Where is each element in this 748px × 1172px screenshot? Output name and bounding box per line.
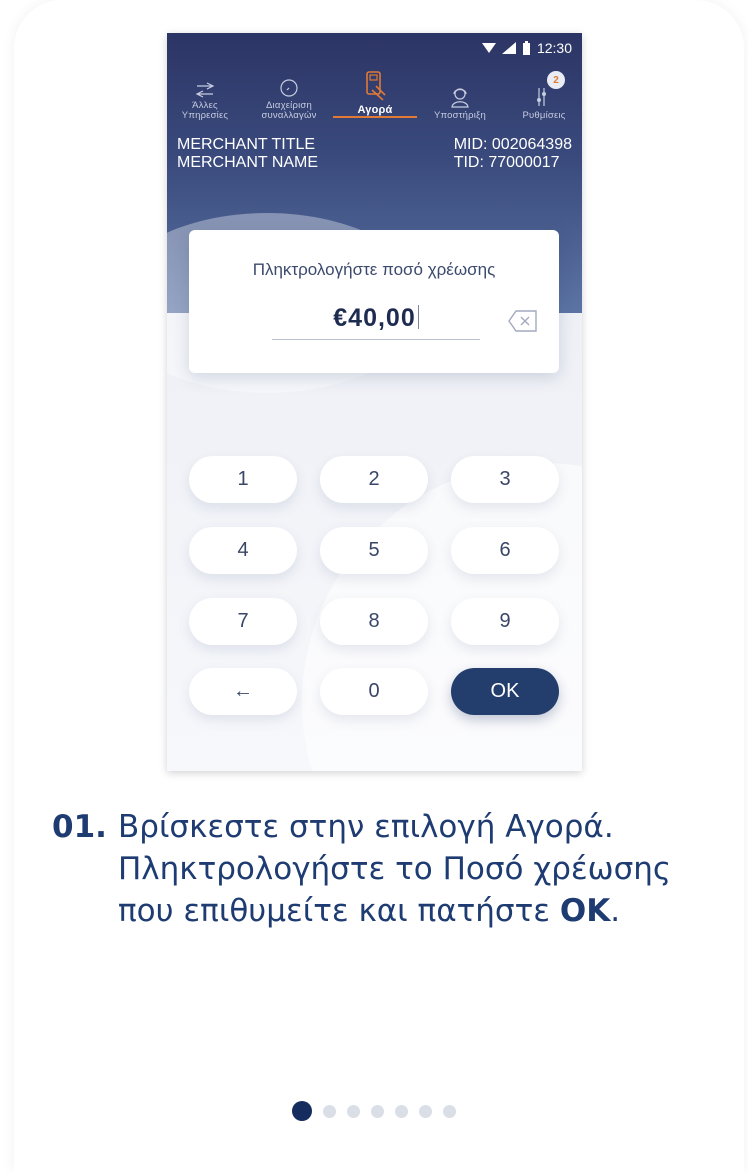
caption-text: .: [610, 893, 621, 929]
tab-other-services[interactable]: Άλλες Υπηρεσίες: [167, 67, 243, 121]
status-bar: 12:30: [481, 39, 572, 57]
key-0[interactable]: 0: [320, 668, 428, 715]
tab-label: Αγορά: [357, 104, 393, 116]
key-3[interactable]: 3: [451, 456, 559, 503]
amount-card: Πληκτρολογήστε ποσό χρέωσης €40,00: [189, 230, 559, 373]
amount-input[interactable]: €40,00: [272, 304, 480, 333]
merchant-title: MERCHANT TITLE: [177, 136, 316, 153]
amount-value: €40,00: [333, 304, 416, 332]
pagination-dot[interactable]: [347, 1104, 360, 1118]
terminal-id: TID: 77000017: [453, 154, 560, 171]
pagination-dot[interactable]: [292, 1101, 312, 1121]
key-5[interactable]: 5: [320, 527, 428, 574]
merchant-info: MERCHANT TITLE MERCHANT NAME: [177, 136, 318, 172]
key-backspace[interactable]: ←: [189, 668, 297, 715]
pagination-dot[interactable]: [371, 1104, 384, 1118]
key-2[interactable]: 2: [320, 456, 428, 503]
wifi-icon: [481, 43, 496, 53]
signal-icon: [501, 42, 516, 54]
step-number: 01.: [52, 809, 107, 845]
tab-label: Ρυθμίσεις: [522, 110, 566, 121]
terminal-info: MID: 002064398 TID: 77000017: [454, 136, 572, 172]
key-4[interactable]: 4: [189, 527, 297, 574]
tab-label: Διαχείριση συναλλαγών: [261, 100, 317, 121]
tab-support[interactable]: Υποστήριξη: [423, 67, 497, 121]
battery-icon: [522, 41, 530, 55]
tab-label: Υποστήριξη: [434, 110, 486, 121]
phone-screenshot: 12:30 Άλλες Υπηρεσίες Διαχείριση συναλλα…: [167, 33, 582, 771]
caption-line: Βρίσκεστε στην επιλογή Αγορά.: [118, 809, 614, 845]
backspace-clear-icon[interactable]: [507, 308, 539, 334]
amount-underline: [272, 339, 480, 340]
pagination-dot[interactable]: [443, 1104, 456, 1118]
pagination-dot[interactable]: [419, 1104, 432, 1118]
pagination-dot[interactable]: [323, 1104, 336, 1118]
caption-line: Πληκτρολογήστε το Ποσό χρέωσης: [118, 851, 672, 887]
top-tabs: Άλλες Υπηρεσίες Διαχείριση συναλλαγών Αγ…: [167, 67, 582, 121]
card-pos-icon: [366, 71, 386, 101]
tab-settings[interactable]: Ρυθμίσεις: [507, 67, 581, 121]
caption-text: που επιθυμείτε και πατήστε: [118, 893, 560, 929]
tab-label: Άλλες Υπηρεσίες: [181, 100, 229, 121]
clock-icon: [280, 79, 298, 97]
step-description: Βρίσκεστε στην επιλογή Αγορά. Πληκτρολογ…: [118, 806, 728, 932]
key-1[interactable]: 1: [189, 456, 297, 503]
active-tab-indicator: [333, 116, 417, 118]
ok-button[interactable]: OK: [451, 668, 559, 715]
pagination-dot[interactable]: [395, 1104, 408, 1118]
arrows-exchange-icon: [195, 82, 215, 98]
tab-transaction-management[interactable]: Διαχείριση συναλλαγών: [249, 67, 329, 121]
pagination-dots: [0, 1100, 748, 1122]
merchant-name: MERCHANT NAME: [177, 154, 319, 171]
key-8[interactable]: 8: [320, 598, 428, 645]
merchant-id: MID: 002064398: [453, 136, 572, 153]
notification-badge: 2: [547, 71, 565, 89]
key-7[interactable]: 7: [189, 598, 297, 645]
text-caret: [417, 305, 419, 329]
amount-prompt: Πληκτρολογήστε ποσό χρέωσης: [252, 260, 496, 279]
support-agent-icon: [451, 88, 469, 108]
key-9[interactable]: 9: [451, 598, 559, 645]
status-time: 12:30: [536, 40, 572, 56]
sliders-icon: [537, 88, 546, 106]
caption-ok-emphasis: OK: [559, 893, 611, 929]
pagination-dots-inner: [292, 1101, 456, 1121]
key-6[interactable]: 6: [451, 527, 559, 574]
caption-line: που επιθυμείτε και πατήστε OK.: [118, 890, 728, 932]
tab-purchase[interactable]: Αγορά: [333, 67, 417, 121]
